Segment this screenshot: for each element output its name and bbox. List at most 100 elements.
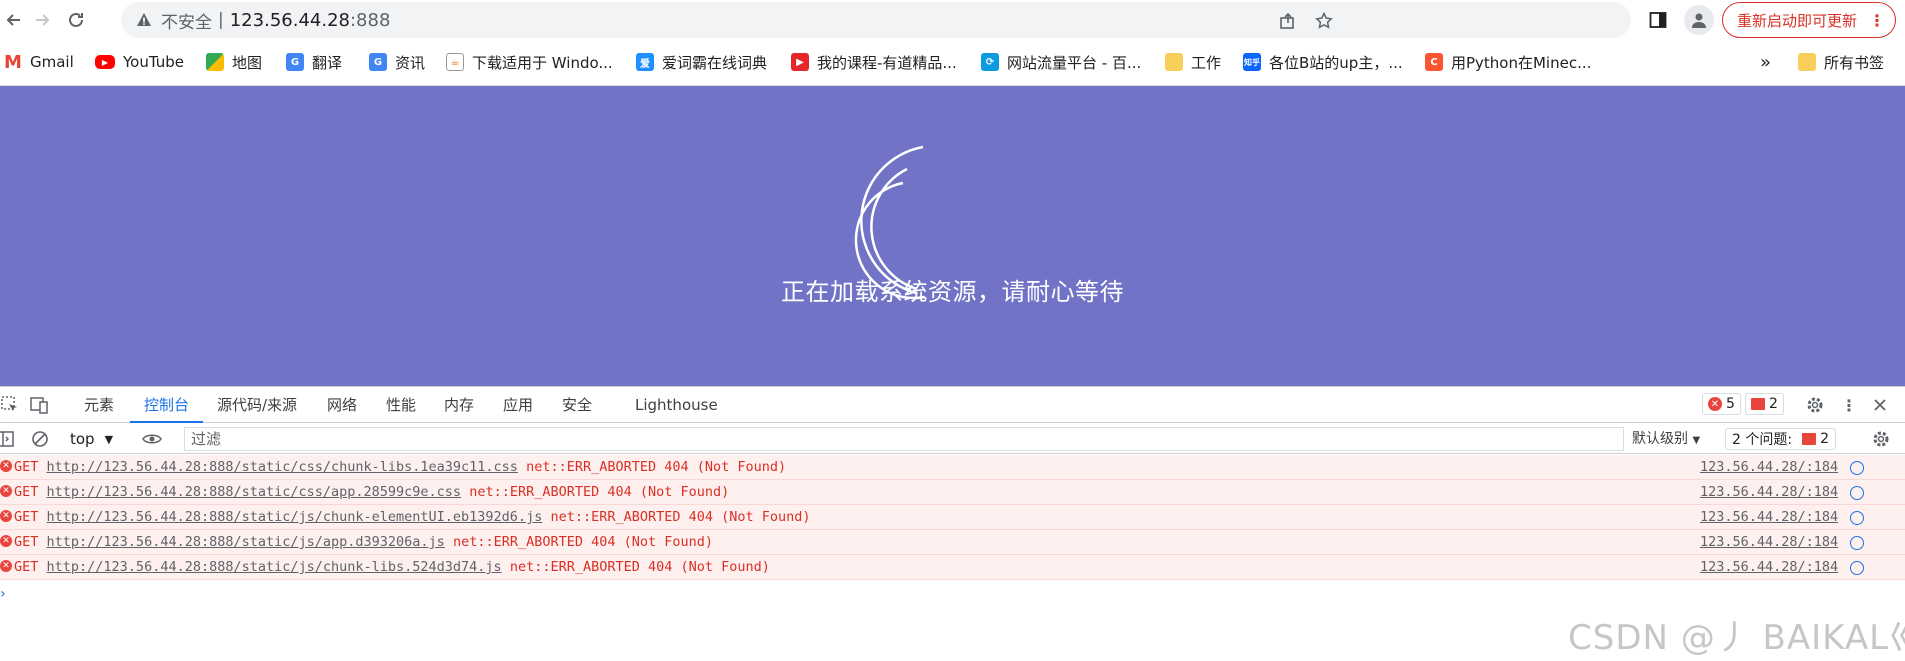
console-settings-gear-icon[interactable] xyxy=(1871,429,1891,449)
bookmark-label: 爱词霸在线词典 xyxy=(662,53,768,72)
context-selector[interactable]: top ▼ xyxy=(70,428,113,450)
security-label[interactable]: 不安全 xyxy=(161,8,212,33)
bookmark-youdao-course[interactable]: ▶ 我的课程-有道精品... xyxy=(791,50,957,74)
clear-console-icon[interactable] xyxy=(30,429,50,449)
bookmark-star-icon[interactable] xyxy=(1313,10,1335,32)
network-request-icon[interactable] xyxy=(1850,561,1864,575)
bookmark-news[interactable]: G 资讯 xyxy=(369,50,425,74)
more-vert-icon[interactable]: ⋮ xyxy=(1869,9,1885,33)
bookmark-baidu-stat[interactable]: ⟳ 网站流量平台 - 百... xyxy=(981,50,1141,74)
profile-avatar[interactable] xyxy=(1684,5,1714,35)
log-url-link[interactable]: http://123.56.44.28:888/static/js/app.d3… xyxy=(47,534,445,550)
tab-console[interactable]: 控制台 xyxy=(130,387,204,423)
bookmark-label: 地图 xyxy=(232,53,263,72)
device-toolbar-icon[interactable] xyxy=(29,395,49,415)
arrow-left-icon xyxy=(6,14,20,26)
tab-elements[interactable]: 元素 xyxy=(84,387,114,423)
console-prompt[interactable]: › xyxy=(0,586,6,602)
log-error-text: net::ERR_ABORTED 404 (Not Found) xyxy=(526,459,787,475)
close-devtools-icon[interactable] xyxy=(1870,395,1890,415)
console-filter-input[interactable]: 过滤 xyxy=(184,427,1624,451)
issue-count: 2 xyxy=(1769,396,1778,412)
maps-icon xyxy=(206,53,224,71)
bookmark-gmail[interactable]: M Gmail xyxy=(4,50,74,74)
error-icon: ✕ xyxy=(1708,397,1722,411)
bookmark-label: 各位B站的up主，... xyxy=(1269,53,1403,72)
tab-memory[interactable]: 内存 xyxy=(444,387,474,423)
log-url-link[interactable]: http://123.56.44.28:888/static/js/chunk-… xyxy=(47,559,502,575)
bookmark-folder-work[interactable]: 工作 xyxy=(1165,50,1221,74)
live-expression-eye-icon[interactable] xyxy=(142,429,162,449)
console-error-row: ✕ GET http://123.56.44.28:888/static/css… xyxy=(0,480,1905,505)
bookmark-label: 用Python在Minec... xyxy=(1451,53,1592,72)
tab-performance[interactable]: 性能 xyxy=(386,387,416,423)
inspect-element-icon[interactable] xyxy=(0,395,20,415)
url-port: :888 xyxy=(349,9,391,31)
bookmark-youtube[interactable]: ▶ YouTube xyxy=(95,50,184,74)
log-url-link[interactable]: http://123.56.44.28:888/static/css/chunk… xyxy=(47,459,518,475)
share-icon[interactable] xyxy=(1277,10,1299,32)
network-request-icon[interactable] xyxy=(1850,511,1864,525)
issue-flag-icon xyxy=(1802,433,1817,445)
bookmark-label: 我的课程-有道精品... xyxy=(817,53,957,72)
log-source-link[interactable]: 123.56.44.28/:184 xyxy=(1700,530,1838,554)
person-icon xyxy=(1692,13,1706,28)
url-text[interactable]: 123.56.44.28:888 xyxy=(230,10,391,31)
bookmark-csdn[interactable]: C 用Python在Minec... xyxy=(1425,50,1591,74)
bookmarks-overflow-button[interactable]: » xyxy=(1760,50,1771,74)
settings-gear-icon[interactable] xyxy=(1805,395,1825,415)
bookmark-maps[interactable]: 地图 xyxy=(206,50,262,74)
forward-button[interactable] xyxy=(28,6,56,34)
omnibox-separator: | xyxy=(218,10,224,30)
more-options-icon[interactable]: ⋮ xyxy=(1839,395,1859,415)
log-method: GET xyxy=(14,534,39,550)
log-url-link[interactable]: http://123.56.44.28:888/static/css/app.2… xyxy=(47,484,462,500)
log-url-link[interactable]: http://123.56.44.28:888/static/js/chunk-… xyxy=(47,509,543,525)
issue-flag-icon xyxy=(1751,398,1765,410)
tab-sources[interactable]: 源代码/来源 xyxy=(217,387,297,423)
tab-application[interactable]: 应用 xyxy=(503,387,533,423)
bookmark-iciba[interactable]: 爱 爱词霸在线词典 xyxy=(636,50,767,74)
loading-message: 正在加载系统资源，请耐心等待 xyxy=(781,278,1124,306)
warning-icon[interactable] xyxy=(135,11,153,29)
log-source-link[interactable]: 123.56.44.28/:184 xyxy=(1700,505,1838,529)
devtools-tabbar: 元素 控制台 源代码/来源 网络 性能 内存 应用 安全 Lighthouse … xyxy=(0,387,1905,423)
tab-network[interactable]: 网络 xyxy=(327,387,357,423)
error-count-badge[interactable]: ✕ 5 xyxy=(1702,393,1741,415)
bookmark-label: Gmail xyxy=(30,53,74,71)
tab-security[interactable]: 安全 xyxy=(562,387,592,423)
all-bookmarks-folder[interactable]: 所有书签 xyxy=(1798,50,1884,74)
error-icon: ✕ xyxy=(0,560,12,572)
log-method: GET xyxy=(14,559,39,575)
log-source-link[interactable]: 123.56.44.28/:184 xyxy=(1700,480,1838,504)
reload-button[interactable] xyxy=(62,6,90,34)
reload-icon xyxy=(69,12,83,27)
bookmark-java-download[interactable]: ☕ 下载适用于 Windo... xyxy=(446,50,613,74)
issues-count: 2 xyxy=(1820,431,1829,447)
bookmark-zhihu[interactable]: 知乎 各位B站的up主，... xyxy=(1243,50,1403,74)
log-source-link[interactable]: 123.56.44.28/:184 xyxy=(1700,555,1838,579)
issues-button[interactable]: 2 个问题: 2 xyxy=(1725,428,1836,450)
url-host: 123.56.44.28 xyxy=(229,9,350,31)
translate-icon: G xyxy=(286,53,304,71)
iciba-icon: 爱 xyxy=(636,53,654,71)
error-count: 5 xyxy=(1726,396,1735,412)
log-source-link[interactable]: 123.56.44.28/:184 xyxy=(1700,455,1838,479)
issue-count-badge[interactable]: 2 xyxy=(1745,393,1784,415)
log-level-selector[interactable]: 默认级别 ▼ xyxy=(1632,428,1700,448)
side-panel-icon[interactable] xyxy=(1646,8,1670,32)
folder-icon xyxy=(1165,53,1183,71)
console-error-row: ✕ GET http://123.56.44.28:888/static/js/… xyxy=(0,505,1905,530)
baidu-stat-icon: ⟳ xyxy=(981,53,999,71)
tab-lighthouse[interactable]: Lighthouse xyxy=(635,387,718,423)
gmail-icon: M xyxy=(4,51,22,73)
bookmark-translate[interactable]: G 翻译 xyxy=(286,50,342,74)
relaunch-update-button[interactable]: 重新启动即可更新 ⋮ xyxy=(1722,2,1896,38)
back-button[interactable] xyxy=(0,6,28,34)
network-request-icon[interactable] xyxy=(1850,486,1864,500)
chevron-down-icon: ▼ xyxy=(1692,435,1701,446)
network-request-icon[interactable] xyxy=(1850,536,1864,550)
address-bar[interactable]: 不安全 | 123.56.44.28:888 xyxy=(121,2,1631,38)
network-request-icon[interactable] xyxy=(1850,461,1864,475)
sidebar-toggle-icon[interactable] xyxy=(0,429,16,449)
